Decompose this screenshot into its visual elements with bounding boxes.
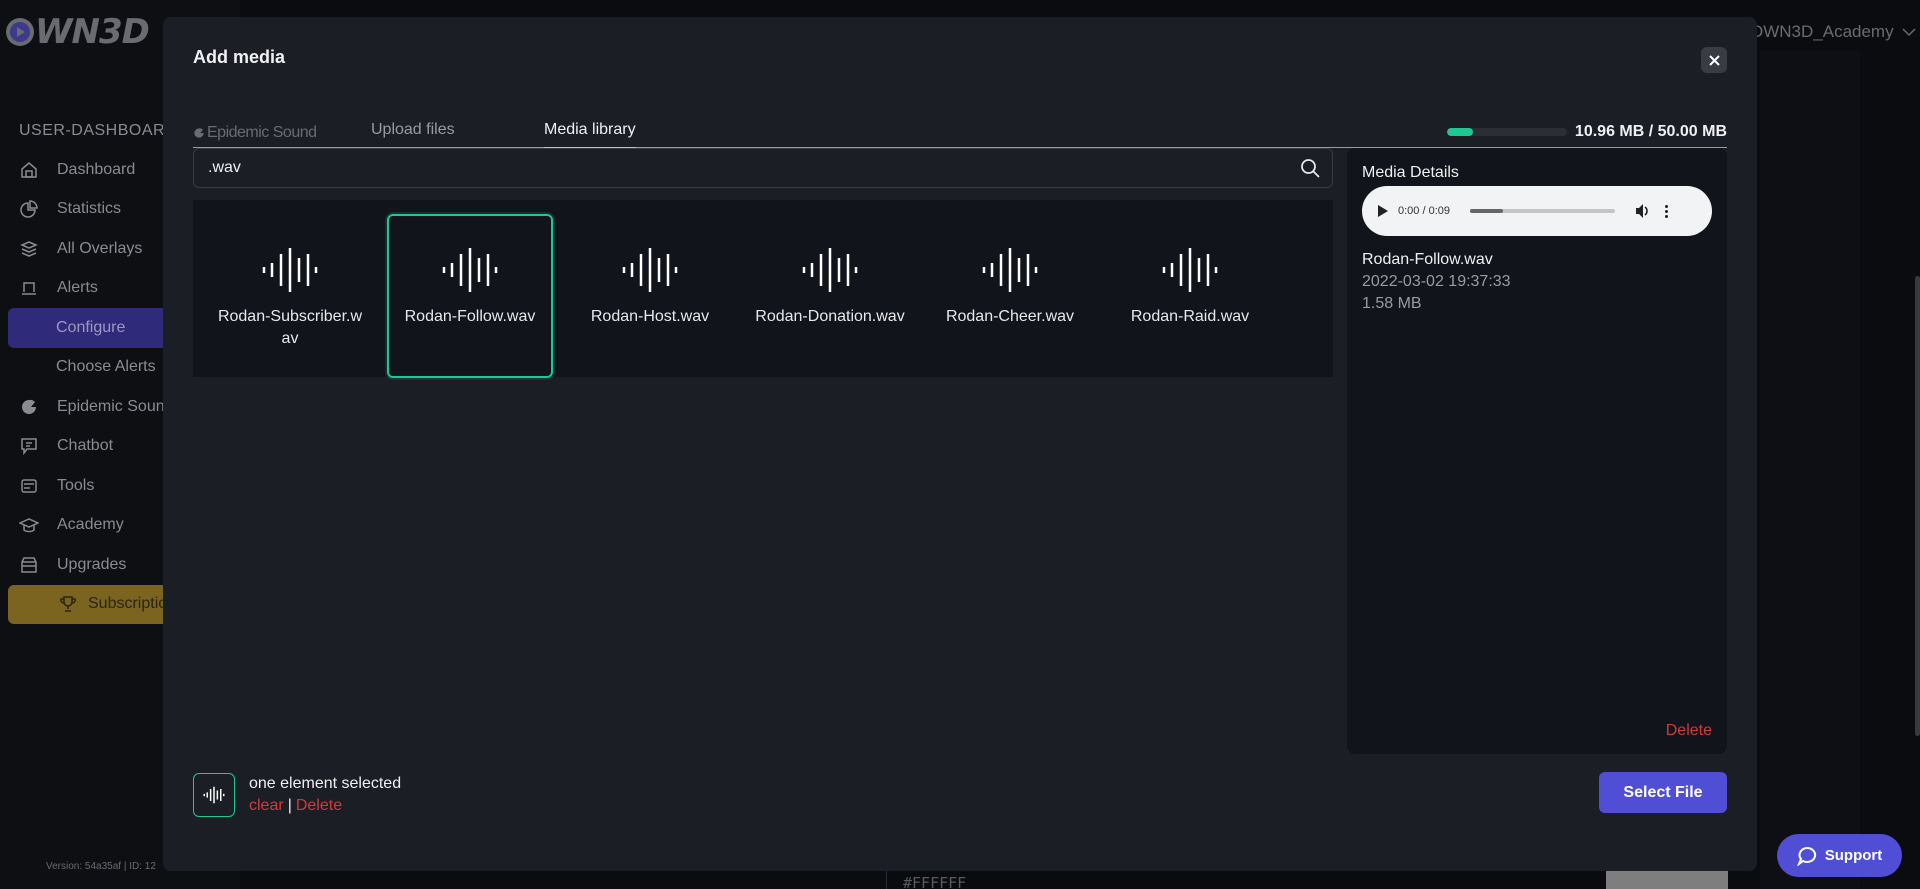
- tab-label: Media library: [544, 121, 636, 138]
- background-panel: [1760, 50, 1860, 889]
- media-item-name: Rodan-Donation.wav: [755, 308, 905, 325]
- sidebar-item-label: Epidemic Sound: [57, 397, 174, 415]
- tab-media-library[interactable]: Media library: [544, 121, 636, 149]
- media-grid: Rodan-Subscriber.wav Rodan-Follow.wav Ro…: [193, 200, 1333, 378]
- select-file-button[interactable]: Select File: [1599, 772, 1727, 813]
- search-icon[interactable]: [1300, 158, 1320, 178]
- audio-seek-fill: [1470, 209, 1504, 213]
- color-input[interactable]: #FFFFFF: [886, 871, 1728, 889]
- support-label: Support: [1824, 847, 1883, 864]
- chat-bubble-icon: [1796, 846, 1816, 866]
- logo[interactable]: WN3D: [6, 12, 150, 52]
- media-file-name: Rodan-Follow.wav: [1362, 251, 1493, 268]
- separator: |: [287, 797, 292, 814]
- media-meta: Rodan-Follow.wav 2022-03-02 19:37:33 1.5…: [1362, 249, 1511, 315]
- sidebar-item-label: Choose Alerts: [56, 358, 156, 376]
- sidebar-item-label: All Overlays: [57, 239, 143, 257]
- sidebar-item-label: Configure: [56, 318, 126, 336]
- home-icon: [19, 160, 39, 180]
- media-item-name: Rodan-Follow.wav: [404, 308, 536, 325]
- logo-text: WN3D: [35, 12, 150, 52]
- sidebar-item-label: Dashboard: [57, 160, 136, 178]
- media-item-name: Rodan-Subscriber.wav: [217, 308, 363, 347]
- media-tabs: Epidemic Sound Upload files Media librar…: [193, 103, 1727, 150]
- version-text: Version: 54a35af | ID: 12: [46, 861, 156, 872]
- sidebar-item-label: Statistics: [57, 200, 122, 218]
- selection-count: one element selected: [249, 775, 402, 792]
- delete-media-button[interactable]: Delete: [1666, 722, 1712, 740]
- storage-text: 10.96 MB / 50.00 MB: [1574, 123, 1727, 140]
- media-item-name: Rodan-Raid.wav: [1130, 308, 1250, 325]
- audio-waveform-icon: [1162, 248, 1218, 292]
- support-button[interactable]: Support: [1777, 834, 1902, 877]
- audio-waveform-icon: [622, 248, 678, 292]
- tab-upload-files[interactable]: Upload files: [371, 121, 455, 147]
- volume-icon[interactable]: [1635, 203, 1651, 219]
- sidebar-item-label: Chatbot: [57, 437, 114, 455]
- tab-epidemic-sound[interactable]: Epidemic Sound: [193, 124, 317, 150]
- media-item[interactable]: Rodan-Donation.wav: [747, 214, 913, 378]
- audio-waveform-icon: [442, 248, 498, 292]
- epidemic-sound-icon: [19, 397, 39, 417]
- sidebar-item-label: Alerts: [57, 279, 98, 297]
- audio-time: 0:00 / 0:09: [1398, 205, 1450, 217]
- close-icon: [1708, 54, 1720, 66]
- alert-light-icon: [19, 278, 39, 298]
- media-size: 1.58 MB: [1362, 295, 1422, 312]
- color-swatch[interactable]: [1606, 871, 1728, 889]
- storage-progress-bar: [1446, 128, 1567, 136]
- media-date: 2022-03-02 19:37:33: [1362, 273, 1511, 290]
- selected-thumbnail: [193, 773, 235, 817]
- modal-title: Add media: [193, 47, 286, 67]
- media-details-title: Media Details: [1362, 164, 1459, 181]
- close-button[interactable]: [1701, 47, 1727, 73]
- logo-play-icon: [6, 18, 34, 46]
- media-details-panel: Media Details 0:00 / 0:09 Rodan-Follow.w…: [1347, 148, 1727, 754]
- layers-icon: [19, 239, 39, 259]
- color-input-value: #FFFFFF: [903, 874, 967, 889]
- delete-selection-link[interactable]: Delete: [296, 797, 342, 814]
- media-item[interactable]: Rodan-Host.wav: [567, 214, 733, 378]
- audio-waveform-icon: [982, 248, 1038, 292]
- page-scrollbar[interactable]: [1915, 276, 1920, 736]
- page: WN3D USER-DASHBOARD Dashboard Statistics: [0, 0, 1920, 889]
- tab-label: Epidemic Sound: [207, 124, 317, 141]
- user-menu[interactable]: OWN3D_Academy: [1750, 22, 1916, 42]
- audio-waveform-icon: [203, 786, 225, 804]
- trophy-icon: [58, 594, 78, 614]
- chat-icon: [19, 436, 39, 456]
- sidebar-item-label: Academy: [57, 516, 124, 534]
- clear-selection-link[interactable]: clear: [249, 797, 284, 814]
- search-box: [193, 148, 1333, 188]
- more-options-icon[interactable]: [1665, 204, 1669, 218]
- chevron-down-icon: [1902, 24, 1916, 40]
- sidebar-item-label: Tools: [57, 476, 95, 494]
- audio-waveform-icon: [262, 248, 318, 292]
- media-item[interactable]: Rodan-Subscriber.wav: [207, 214, 373, 378]
- sidebar-heading: USER-DASHBOARD: [19, 122, 178, 139]
- media-item-name: Rodan-Host.wav: [590, 308, 710, 325]
- audio-player: 0:00 / 0:09: [1362, 186, 1712, 236]
- media-item[interactable]: Rodan-Raid.wav: [1107, 214, 1273, 378]
- audio-seek-slider[interactable]: [1470, 209, 1615, 213]
- tools-icon: [19, 476, 39, 496]
- audio-waveform-icon: [802, 248, 858, 292]
- add-media-modal: Add media Epidemic Sound Upload files Me…: [163, 17, 1757, 871]
- user-name: OWN3D_Academy: [1750, 22, 1894, 41]
- selection-status: one element selected clear | Delete: [249, 773, 401, 817]
- graduation-cap-icon: [19, 515, 39, 535]
- storage-progress-fill: [1446, 128, 1474, 136]
- sidebar-item-label: Upgrades: [57, 555, 127, 573]
- storage-usage: 10.96 MB / 50.00 MB: [1446, 123, 1727, 141]
- media-item-selected[interactable]: Rodan-Follow.wav: [387, 214, 553, 378]
- media-item-name: Rodan-Cheer.wav: [945, 308, 1075, 325]
- media-item[interactable]: Rodan-Cheer.wav: [927, 214, 1093, 378]
- store-icon: [19, 555, 39, 575]
- search-input[interactable]: [208, 149, 1288, 187]
- tab-label: Upload files: [371, 121, 455, 138]
- play-icon[interactable]: [1378, 205, 1388, 217]
- pie-chart-icon: [19, 199, 39, 219]
- epidemic-sound-icon: [194, 128, 204, 138]
